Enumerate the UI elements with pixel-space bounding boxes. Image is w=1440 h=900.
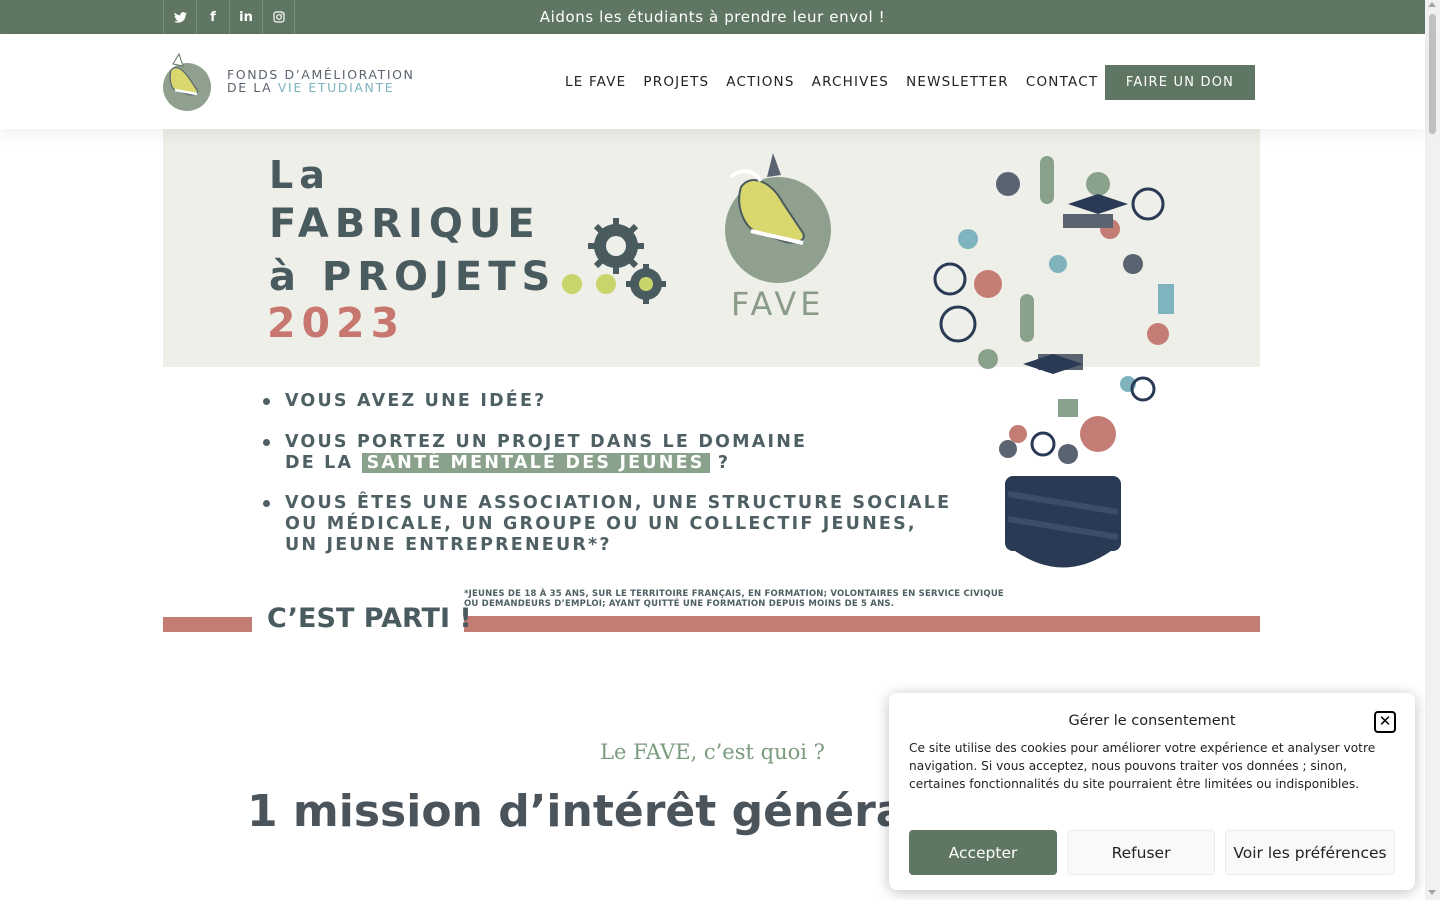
nav-le-fave[interactable]: LE FAVE [565, 74, 626, 90]
page: f in Aidons les étudiants à prendre leur… [0, 0, 1440, 900]
scroll-up-icon[interactable] [1428, 2, 1436, 7]
gears-icon [562, 218, 666, 304]
accept-button[interactable]: Accepter [909, 830, 1057, 875]
fave-logo-icon [725, 153, 831, 283]
donate-button[interactable]: FAIRE UN DON [1105, 65, 1255, 100]
close-icon[interactable]: ✕ [1374, 711, 1396, 733]
bullet-3-line-1: VOUS ÊTES UNE ASSOCIATION, UNE STRUCTURE… [285, 493, 952, 513]
banner-footnote: *JEUNES DE 18 À 35 ANS, SUR LE TERRITOIR… [464, 589, 1004, 609]
scroll-down-icon[interactable] [1428, 890, 1436, 895]
logo-line-2-a: DE LA [227, 80, 278, 95]
section-title: 1 mission d’intérêt général [247, 786, 921, 837]
banner-rule-right [464, 616, 1260, 632]
top-tagline: Aidons les étudiants à prendre leur envo… [539, 8, 886, 26]
consent-title: Gérer le consentement [1068, 713, 1236, 729]
logo-sneaker-icon [163, 52, 211, 111]
banner-fabrique: FABRIQUE [269, 201, 541, 247]
bullet-3-line-2: OU MÉDICALE, UN GROUPE OU UN COLLECTIF J… [285, 514, 917, 534]
bullet-dot [263, 439, 270, 446]
footnote-line-2: OU DEMANDEURS D’EMPLOI; AYANT QUITTÉ UNE… [464, 599, 895, 609]
bullet-dot [263, 398, 270, 405]
bullet-2-highlight: SANTÉ MENTALE DES JEUNES [361, 453, 710, 473]
banner-bullet-3: VOUS ÊTES UNE ASSOCIATION, UNE STRUCTURE… [263, 493, 951, 556]
top-bar: f in Aidons les étudiants à prendre leur… [0, 0, 1425, 34]
bullet-1-text: VOUS AVEZ UNE IDÉE? [285, 391, 547, 411]
scroll-thumb[interactable] [1429, 14, 1436, 134]
site-header: FONDS D’AMÉLIORATION DE LA VIE ETUDIANTE… [0, 34, 1425, 129]
banner-cest-parti: C’EST PARTI ! [267, 603, 472, 632]
banner-bullet-2: VOUS PORTEZ UN PROJET DANS LE DOMAINE DE… [263, 432, 807, 474]
nav-contact[interactable]: CONTACT [1026, 74, 1098, 90]
bullet-2-line-2: DE LA SANTÉ MENTALE DES JEUNES ? [285, 453, 807, 474]
footnote-line-1: *JEUNES DE 18 À 35 ANS, SUR LE TERRITOIR… [464, 589, 1004, 599]
bullet-3-line-3: UN JEUNE ENTREPRENEUR*? [285, 535, 612, 555]
consent-body: Ce site utilise des cookies pour amélior… [909, 741, 1376, 791]
hero-banner: La FABRIQUE à PROJETS 2023 FAVE VOUS AVE… [163, 129, 1260, 632]
fave-logo-text: FAVE [731, 285, 825, 323]
logo-text: FONDS D’AMÉLIORATION DE LA VIE ETUDIANTE [227, 68, 415, 94]
banner-la: La [269, 153, 331, 197]
banner-rule-left [163, 617, 252, 632]
banner-bullet-1: VOUS AVEZ UNE IDÉE? [263, 391, 546, 412]
cookie-consent-dialog: Gérer le consentement ✕ Ce site utilise … [889, 693, 1415, 890]
logo-line-2-b: VIE ETUDIANTE [277, 80, 395, 95]
page-scrollbar[interactable] [1425, 0, 1440, 900]
logo-line-2: DE LA VIE ETUDIANTE [227, 81, 415, 94]
site-logo[interactable]: FONDS D’AMÉLIORATION DE LA VIE ETUDIANTE [163, 50, 415, 112]
banner-year: 2023 [267, 299, 406, 347]
bullet-dot [263, 500, 270, 507]
main-nav: LE FAVE PROJETS ACTIONS ARCHIVES NEWSLET… [565, 34, 1115, 129]
banner-projets: à PROJETS [269, 254, 557, 300]
lightbulb-health-icons [933, 156, 1174, 568]
bullet-2-suffix: ? [709, 453, 731, 473]
nav-projets[interactable]: PROJETS [643, 74, 709, 90]
bullet-2-line-1: VOUS PORTEZ UN PROJET DANS LE DOMAINE [285, 432, 808, 452]
bullet-2-prefix: DE LA [285, 453, 362, 473]
nav-archives[interactable]: ARCHIVES [812, 74, 889, 90]
nav-newsletter[interactable]: NEWSLETTER [906, 74, 1009, 90]
refuse-button[interactable]: Refuser [1067, 830, 1215, 875]
preferences-button[interactable]: Voir les préférences [1225, 830, 1395, 875]
nav-actions[interactable]: ACTIONS [726, 74, 794, 90]
